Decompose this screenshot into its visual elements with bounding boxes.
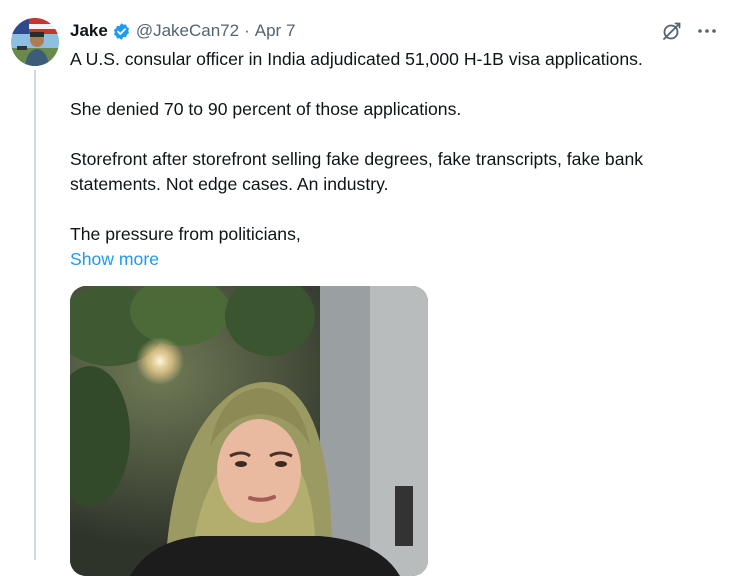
tweet-paragraph: She denied 70 to 90 percent of those app… <box>70 99 462 119</box>
tweet-paragraph: The pressure from politicians, <box>70 224 301 244</box>
grok-icon[interactable] <box>660 19 684 43</box>
thread-connector-line <box>34 70 36 560</box>
author-handle[interactable]: @JakeCan72 <box>136 21 239 41</box>
tweet-header: Jake @JakeCan72 · Apr 7 <box>70 19 295 43</box>
author-name[interactable]: Jake <box>70 21 108 41</box>
tweet-date[interactable]: Apr 7 <box>255 21 296 41</box>
separator-dot: · <box>244 21 250 40</box>
verified-badge-icon <box>112 22 131 41</box>
tweet-paragraph: A U.S. consular officer in India adjudic… <box>70 49 643 69</box>
more-horizontal-icon[interactable] <box>695 19 719 43</box>
avatar[interactable] <box>11 18 59 66</box>
video-media[interactable] <box>70 286 428 576</box>
show-more-link[interactable]: Show more <box>70 247 159 272</box>
tweet-paragraph: Storefront after storefront selling fake… <box>70 149 644 194</box>
